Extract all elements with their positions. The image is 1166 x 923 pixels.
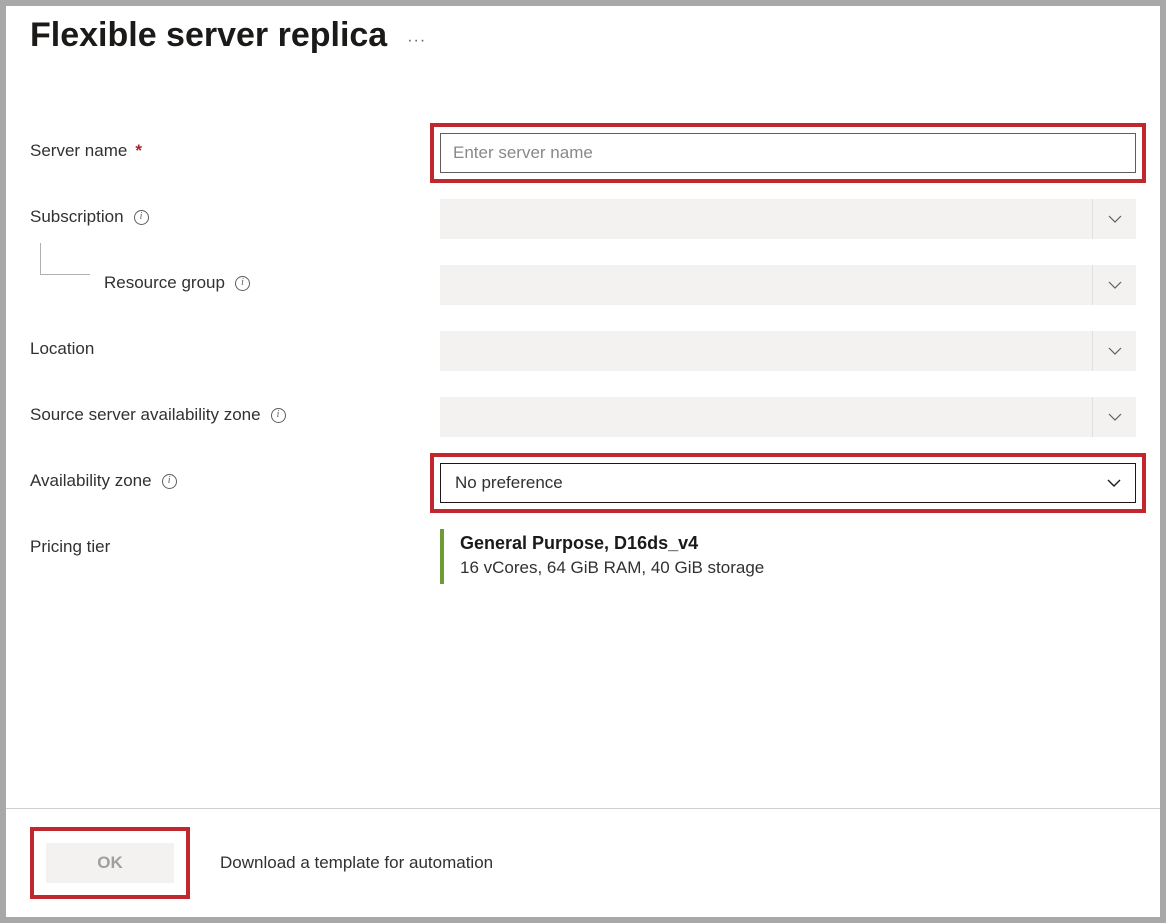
location-select[interactable]: [440, 331, 1136, 371]
form-content: Server name * Subscription i: [6, 63, 1160, 808]
download-template-link[interactable]: Download a template for automation: [220, 853, 493, 873]
blade-panel: Flexible server replica ··· Server name …: [6, 6, 1160, 917]
pricing-tier-details: 16 vCores, 64 GiB RAM, 40 GiB storage: [460, 558, 1136, 578]
chevron-down-icon: [1108, 212, 1122, 226]
label-subscription: Subscription i: [30, 199, 440, 227]
more-options-icon[interactable]: ···: [407, 22, 426, 50]
label-server-name: Server name *: [30, 133, 440, 161]
tree-line: [40, 243, 90, 275]
source-zone-select[interactable]: [440, 397, 1136, 437]
footer: OK Download a template for automation: [6, 808, 1160, 917]
highlight-ok-button: OK: [30, 827, 190, 899]
info-icon[interactable]: i: [162, 474, 177, 489]
pricing-tier-title: General Purpose, D16ds_v4: [460, 533, 1136, 554]
label-pricing-tier: Pricing tier: [30, 529, 440, 557]
chevron-down-icon: [1108, 344, 1122, 358]
row-source-zone: Source server availability zone i: [30, 397, 1136, 437]
highlight-availability-zone: No preference: [430, 453, 1146, 513]
info-icon[interactable]: i: [235, 276, 250, 291]
chevron-down-icon: [1108, 410, 1122, 424]
page-title: Flexible server replica: [30, 16, 387, 55]
subscription-select[interactable]: [440, 199, 1136, 239]
chevron-down-icon: [1107, 476, 1121, 490]
label-source-zone: Source server availability zone i: [30, 397, 440, 425]
row-availability-zone: Availability zone i No preference: [30, 463, 1136, 503]
row-resource-group: Resource group i: [30, 265, 1136, 305]
availability-zone-select[interactable]: No preference: [440, 463, 1136, 503]
row-server-name: Server name *: [30, 133, 1136, 173]
row-location: Location: [30, 331, 1136, 371]
ok-button[interactable]: OK: [46, 843, 174, 883]
label-resource-group: Resource group i: [30, 265, 440, 293]
chevron-down-icon: [1108, 278, 1122, 292]
row-pricing-tier: Pricing tier General Purpose, D16ds_v4 1…: [30, 529, 1136, 584]
label-location: Location: [30, 331, 440, 359]
required-indicator: *: [135, 141, 142, 161]
label-availability-zone: Availability zone i: [30, 463, 440, 491]
pricing-tier-summary: General Purpose, D16ds_v4 16 vCores, 64 …: [440, 529, 1136, 584]
server-name-input[interactable]: [440, 133, 1136, 173]
info-icon[interactable]: i: [134, 210, 149, 225]
highlight-server-name: [430, 123, 1146, 183]
header: Flexible server replica ···: [6, 6, 1160, 63]
row-subscription: Subscription i: [30, 199, 1136, 239]
resource-group-select[interactable]: [440, 265, 1136, 305]
info-icon[interactable]: i: [271, 408, 286, 423]
